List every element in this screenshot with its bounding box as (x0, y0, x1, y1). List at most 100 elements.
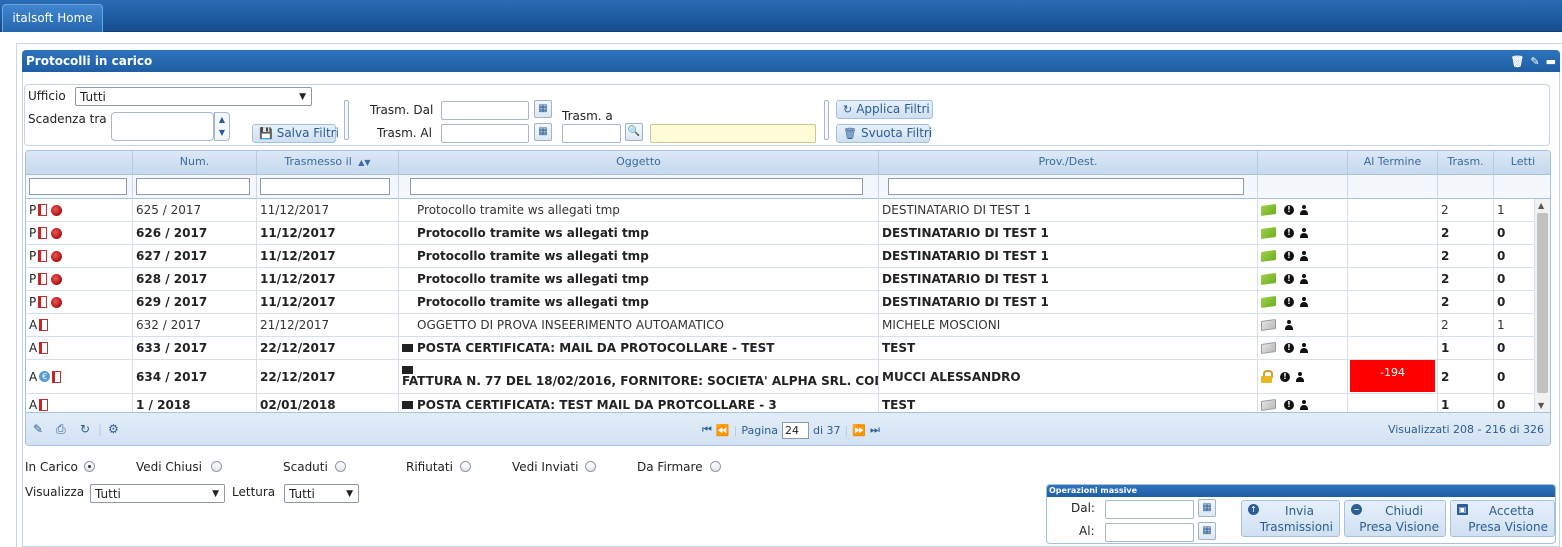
status-filter-label: Scaduti (283, 460, 328, 474)
salva-filtri-button[interactable]: 💾 Salva Filtri (252, 124, 339, 143)
trasm-a-code-input[interactable] (562, 124, 621, 143)
row-num: 628 / 2017 (133, 268, 257, 290)
status-filter-radio[interactable] (585, 461, 596, 472)
pencil-icon[interactable]: ✎ (33, 422, 43, 436)
scadenza-spinner[interactable]: ▲ ▼ (214, 112, 230, 141)
visualizza-label: Visualizza (25, 485, 85, 499)
row-date: 11/12/2017 (257, 199, 399, 221)
status-filter-radio[interactable] (84, 461, 95, 472)
mass-operations: Operazioni massive Dal: ▦ Al: ▦ ↑ Invia … (1046, 484, 1556, 544)
row-oggetto: FATTURA N. 77 DEL 18/02/2016, FORNITORE:… (399, 360, 879, 393)
tab-home[interactable]: italsoft Home (2, 4, 103, 32)
pencil-icon[interactable]: ✎ (1530, 56, 1539, 67)
chiudi-presa-visione-button[interactable]: − Chiudi Presa Visione (1344, 500, 1446, 537)
status-filter-radio[interactable] (211, 461, 222, 472)
visualizza-value: Tutti (95, 487, 121, 501)
row-date: 11/12/2017 (257, 222, 399, 244)
status-filter-radio[interactable] (335, 461, 346, 472)
filter-input-trasmesso[interactable] (260, 178, 390, 195)
status-filter-radio[interactable] (460, 461, 471, 472)
table-row[interactable]: P 625 / 2017 11/12/2017 Protocollo tramite … (26, 199, 1536, 222)
row-status-icons: ! (1258, 360, 1348, 393)
table-row[interactable]: P 626 / 2017 11/12/2017 Protocollo tramite … (26, 222, 1536, 245)
invia-trasmissioni-button[interactable]: ↑ Invia Trasmissioni (1241, 500, 1340, 537)
exclamation-icon: ! (1284, 343, 1294, 353)
refresh-icon[interactable]: ↻ (80, 422, 90, 436)
status-filter-label: Rifiutati (406, 460, 453, 474)
svuota-filtri-button[interactable]: 🗑 Svuota Filtri (836, 124, 932, 143)
next-page-icon[interactable]: ⏩ (852, 424, 866, 437)
mass-al-input[interactable] (1105, 523, 1194, 542)
col-header-num[interactable]: Num. (133, 151, 257, 175)
scroll-thumb[interactable] (1537, 213, 1548, 393)
print-icon[interactable]: ⎙ (56, 422, 66, 437)
row-oggetto-text: FATTURA N. 77 DEL 18/02/2016, FORNITORE:… (402, 373, 878, 388)
col-header-prov-dest[interactable]: Prov./Dest. (879, 151, 1258, 175)
col-header-trasm[interactable]: Trasm. (1438, 151, 1494, 175)
filter-input-num[interactable] (136, 178, 250, 195)
prev-page-icon[interactable]: ⏪ (716, 424, 730, 437)
col-header-oggetto[interactable]: Oggetto (399, 151, 879, 175)
search-icon[interactable]: 🔍 (625, 123, 643, 141)
visualizza-select[interactable]: Tutti ▼ (90, 484, 225, 503)
col-header-trasmesso[interactable]: Trasmesso il ▲▼ (257, 151, 399, 175)
trasm-al-input[interactable] (441, 124, 529, 143)
mass-dal-input[interactable] (1105, 500, 1194, 519)
calendar-icon[interactable]: ▦ (534, 100, 552, 118)
register-book-icon (38, 250, 48, 262)
user-icon (1299, 251, 1309, 261)
scroll-down-icon[interactable]: ▼ (1538, 401, 1544, 410)
row-status-icons: ! (1258, 291, 1348, 313)
exclamation-icon: ! (1284, 205, 1294, 215)
spinner-up-icon[interactable]: ▲ (215, 113, 229, 126)
filter-input-icons[interactable] (29, 178, 127, 195)
separator: | (733, 423, 738, 437)
row-trasm: 2 (1438, 314, 1494, 336)
row-oggetto-text: Protocollo tramite ws allegati tmp (417, 226, 649, 240)
row-type-cell: A (26, 337, 133, 359)
row-letti: 0 (1494, 291, 1536, 313)
col-header-letti[interactable]: Letti (1494, 151, 1550, 175)
ufficio-select[interactable]: Tutti ▼ (75, 87, 312, 106)
seal-icon (51, 227, 63, 239)
row-type-cell: P (26, 245, 133, 267)
minimize-icon[interactable]: ▬ (1546, 56, 1556, 67)
exclamation-icon: ! (1284, 251, 1294, 261)
row-oggetto-text: Protocollo tramite ws allegati tmp (417, 295, 649, 309)
filter-input-prov-dest[interactable] (888, 178, 1244, 195)
row-type-letter: P (29, 226, 37, 240)
table-row[interactable]: P 627 / 2017 11/12/2017 Protocollo tramite … (26, 245, 1536, 268)
accetta-presa-visione-button[interactable]: ▣ Accetta Presa Visione (1450, 500, 1555, 537)
spinner-down-icon[interactable]: ▼ (215, 126, 229, 139)
scroll-up-icon[interactable]: ▲ (1538, 201, 1544, 210)
trash-icon[interactable]: 🗑 (1510, 56, 1524, 67)
al-label: Al: (1079, 524, 1095, 538)
table-row[interactable]: P 628 / 2017 11/12/2017 Protocollo tramite … (26, 268, 1536, 291)
row-al-termine (1348, 291, 1438, 313)
table-row[interactable]: A 632 / 2017 21/12/2017 OGGETTO DI PROVA IN… (26, 314, 1536, 337)
lettura-select[interactable]: Tutti ▼ (284, 484, 359, 503)
applica-filtri-button[interactable]: ↻ Applica Filtri (836, 100, 933, 119)
first-page-icon[interactable]: ⏮ (702, 423, 712, 437)
row-type-letter: A (29, 318, 38, 332)
calendar-icon[interactable]: ▦ (534, 123, 552, 141)
calendar-icon[interactable]: ▦ (1198, 499, 1216, 517)
table-row[interactable]: A 633 / 2017 22/12/2017 POSTA CERTIFICATA: … (26, 337, 1536, 360)
row-al-termine (1348, 337, 1438, 359)
col-header-al-termine[interactable]: Al Termine (1348, 151, 1438, 175)
calendar-icon[interactable]: ▦ (1198, 522, 1216, 540)
sort-icon: ▲▼ (358, 158, 371, 167)
scadenza-input[interactable] (111, 112, 214, 141)
trasm-dal-input[interactable] (441, 101, 529, 120)
grid-body: P 625 / 2017 11/12/2017 Protocollo tramite … (26, 199, 1536, 416)
grid-scrollbar[interactable]: ▲ ▼ (1534, 199, 1550, 412)
table-row[interactable]: P 629 / 2017 11/12/2017 Protocollo tramite … (26, 291, 1536, 314)
page-input[interactable]: 24 (781, 421, 809, 439)
status-filter-radio[interactable] (710, 461, 721, 472)
chevron-down-icon: ▼ (212, 489, 219, 499)
pagina-label: Pagina (741, 423, 778, 437)
last-page-icon[interactable]: ⏭ (870, 423, 880, 437)
gear-icon[interactable]: ⚙ (108, 422, 119, 436)
filter-input-oggetto[interactable] (410, 178, 863, 195)
table-row[interactable]: A €634 / 2017 22/12/2017 FATTURA N. 77 DEL … (26, 360, 1536, 394)
